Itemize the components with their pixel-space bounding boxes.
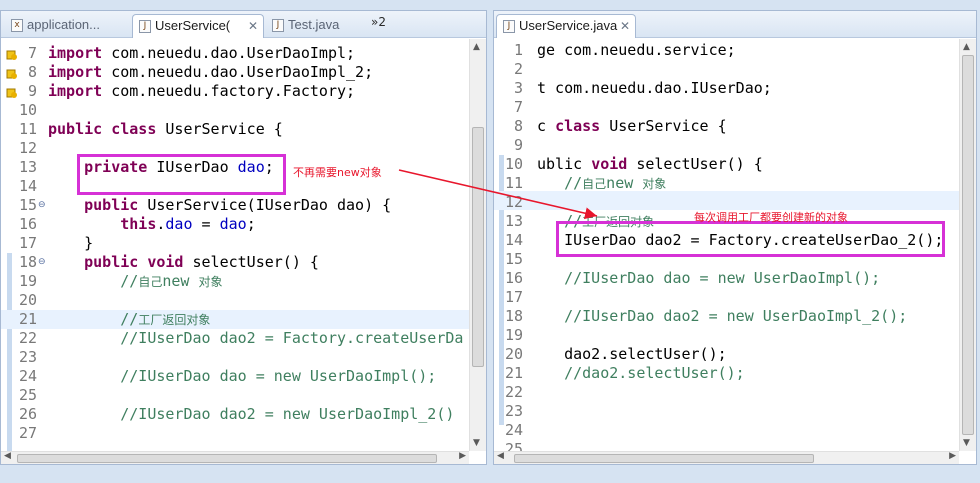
status-bar — [0, 465, 980, 483]
annotation-arrow — [398, 169, 598, 220]
